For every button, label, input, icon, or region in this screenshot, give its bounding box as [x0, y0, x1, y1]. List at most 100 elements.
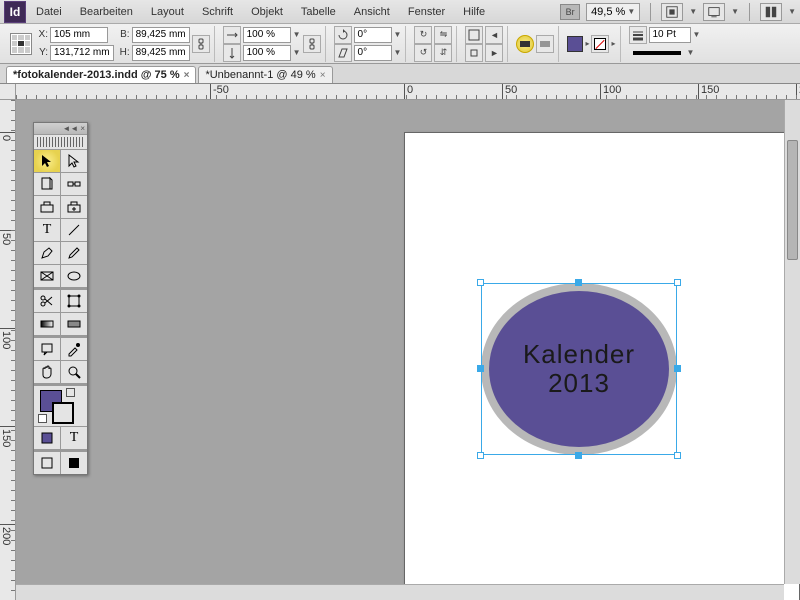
zoom-tool[interactable] [61, 361, 87, 383]
zoom-level-value: 49,5 % [591, 6, 625, 18]
chevron-down-icon: ▼ [731, 7, 739, 16]
document-tab[interactable]: *fotokalender-2013.indd @ 75 %× [6, 66, 196, 83]
panel-gripper-icon[interactable] [37, 137, 84, 147]
fitting-center-icon[interactable] [536, 35, 554, 53]
fill-color-swatch[interactable] [567, 36, 583, 52]
menu-bearbeiten[interactable]: Bearbeiten [72, 3, 141, 21]
menu-bar: Id Datei Bearbeiten Layout Schrift Objek… [0, 0, 800, 24]
selected-object[interactable]: Kalender 2013 [481, 283, 677, 455]
eyedropper-tool[interactable] [61, 338, 87, 360]
rotate-icon [334, 26, 352, 44]
document-tabs: *fotokalender-2013.indd @ 75 %× *Unbenan… [0, 64, 800, 84]
scale-x-field[interactable]: 100 % [243, 27, 291, 43]
close-icon[interactable]: × [320, 70, 326, 81]
constrain-scale-icon[interactable] [303, 35, 321, 53]
scale-y-icon [223, 44, 241, 62]
horizontal-scrollbar[interactable] [16, 584, 784, 600]
line-tool[interactable] [61, 219, 87, 241]
preview-view-icon[interactable] [61, 452, 87, 474]
fill-stroke-proxy[interactable] [34, 386, 87, 426]
reference-point-proxy[interactable] [10, 33, 32, 55]
type-tool[interactable]: T [34, 219, 60, 241]
gap-tool[interactable] [61, 173, 87, 195]
normal-view-icon[interactable] [34, 452, 60, 474]
rectangle-frame-tool[interactable] [34, 265, 60, 287]
close-icon[interactable]: × [184, 70, 190, 81]
pencil-tool[interactable] [61, 242, 87, 264]
arrange-documents-icon[interactable] [760, 3, 782, 21]
select-next-icon[interactable]: ► [485, 44, 503, 62]
collapse-icon[interactable]: ◄◄ [62, 124, 78, 133]
selection-tool[interactable] [34, 150, 60, 172]
stroke-weight-icon [629, 26, 647, 44]
panel-header[interactable]: ◄◄× [34, 123, 87, 135]
selection-frame [481, 283, 677, 455]
x-field[interactable]: 105 mm [50, 27, 108, 43]
rotate-ccw-icon[interactable]: ↺ [414, 44, 432, 62]
control-bar: X:105 mm Y:131,712 mm B:89,425 mm H:89,4… [0, 24, 800, 64]
menu-fenster[interactable]: Fenster [400, 3, 453, 21]
chevron-down-icon: ▼ [788, 7, 796, 16]
view-options-icon[interactable] [661, 3, 683, 21]
scale-y-field[interactable]: 100 % [243, 45, 291, 61]
menu-layout[interactable]: Layout [143, 3, 192, 21]
swap-fill-stroke-icon[interactable] [66, 388, 75, 397]
select-content-icon[interactable] [465, 44, 483, 62]
menu-datei[interactable]: Datei [28, 3, 70, 21]
ellipse-tool[interactable] [61, 265, 87, 287]
zoom-level-dropdown[interactable]: 49,5 % ▼ [586, 3, 640, 21]
select-container-icon[interactable] [465, 26, 483, 44]
document-tab[interactable]: *Unbenannt-1 @ 49 % × [198, 66, 332, 83]
flip-vertical-icon[interactable]: ⇵ [434, 44, 452, 62]
select-previous-icon[interactable]: ◄ [485, 26, 503, 44]
fitting-fill-frame-icon[interactable] [516, 35, 534, 53]
pen-tool[interactable] [34, 242, 60, 264]
direct-selection-tool[interactable] [61, 150, 87, 172]
stroke-weight-field[interactable]: 10 Pt [649, 27, 691, 43]
vertical-scrollbar[interactable] [784, 100, 800, 584]
divider [650, 3, 651, 21]
menu-tabelle[interactable]: Tabelle [293, 3, 344, 21]
y-label: Y: [34, 47, 48, 58]
height-field[interactable]: 89,425 mm [132, 45, 190, 61]
menu-ansicht[interactable]: Ansicht [346, 3, 398, 21]
page-tool[interactable] [34, 173, 60, 195]
y-field[interactable]: 131,712 mm [50, 45, 114, 61]
rotate-cw-icon[interactable]: ↻ [414, 26, 432, 44]
default-fill-stroke-icon[interactable] [38, 414, 47, 423]
apply-color-icon[interactable] [34, 427, 60, 449]
tools-panel[interactable]: ◄◄× T T [33, 122, 88, 475]
vertical-ruler[interactable]: 0 50 100 150 200 [0, 100, 16, 600]
menu-hilfe[interactable]: Hilfe [455, 3, 493, 21]
scissors-tool[interactable] [34, 290, 60, 312]
chevron-down-icon: ▼ [627, 7, 635, 16]
formatting-affects-text-icon[interactable]: T [61, 427, 87, 449]
gradient-swatch-tool[interactable] [34, 313, 60, 335]
width-field[interactable]: 89,425 mm [132, 27, 190, 43]
shear-field[interactable]: 0° [354, 45, 392, 61]
bridge-launcher-icon[interactable]: Br [560, 4, 580, 20]
close-icon[interactable]: × [80, 124, 85, 133]
constrain-proportions-icon[interactable] [192, 35, 210, 53]
menu-objekt[interactable]: Objekt [243, 3, 291, 21]
screen-mode-icon[interactable] [703, 3, 725, 21]
content-collector-tool[interactable] [34, 196, 60, 218]
document-tab-label: *Unbenannt-1 @ 49 % [205, 69, 315, 81]
hand-tool[interactable] [34, 361, 60, 383]
horizontal-ruler[interactable]: -50 0 50 100 150 200 [16, 84, 800, 100]
stroke-swatch[interactable] [52, 402, 74, 424]
rotate-field[interactable]: 0° [354, 27, 392, 43]
stroke-swatch-icon[interactable] [591, 35, 609, 53]
flip-horizontal-icon[interactable]: ⇋ [434, 26, 452, 44]
stroke-style-preview[interactable] [633, 51, 681, 55]
canvas[interactable]: Kalender 2013 [16, 100, 800, 600]
note-tool[interactable] [34, 338, 60, 360]
x-label: X: [34, 29, 48, 40]
scale-x-icon [223, 26, 241, 44]
free-transform-tool[interactable] [61, 290, 87, 312]
menu-schrift[interactable]: Schrift [194, 3, 241, 21]
content-placer-tool[interactable] [61, 196, 87, 218]
divider [749, 3, 750, 21]
gradient-feather-tool[interactable] [61, 313, 87, 335]
ruler-origin[interactable] [0, 84, 16, 100]
